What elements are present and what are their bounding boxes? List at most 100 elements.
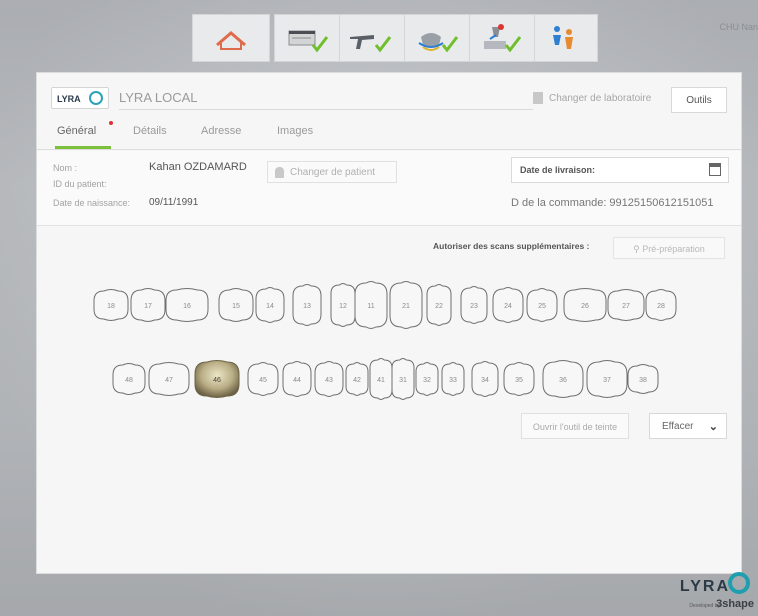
tooth-43[interactable]: 43	[314, 361, 344, 397]
tooth-number: 13	[303, 303, 311, 310]
tooth-41[interactable]: 41	[369, 358, 393, 400]
tooth-number: 15	[232, 303, 240, 310]
tooth-number: 47	[165, 377, 173, 384]
tooth-37[interactable]: 37	[586, 360, 628, 398]
patient-id-label: ID du patient:	[53, 179, 107, 189]
vendor-logo: 3shape	[716, 598, 754, 610]
tooth-number: 11	[367, 303, 374, 310]
tooth-13[interactable]: 13	[292, 284, 322, 326]
tab-bar: Général Détails Adresse Images	[37, 121, 741, 150]
scanner-icon	[350, 35, 392, 53]
step-scan[interactable]	[340, 15, 405, 61]
name-label: Nom :	[53, 163, 78, 173]
step-manufacture[interactable]	[470, 15, 535, 61]
tooth-22[interactable]: 22	[426, 284, 452, 326]
tooth-17[interactable]: 17	[130, 288, 166, 322]
person-icon	[275, 167, 284, 178]
tooth-34[interactable]: 34	[471, 361, 499, 397]
step-order-form[interactable]	[275, 15, 340, 61]
lab-name: LYRA LOCAL	[119, 90, 198, 105]
tooth-32[interactable]: 32	[415, 362, 439, 396]
tooth-number: 35	[515, 377, 523, 384]
tools-button[interactable]: Outils	[671, 87, 727, 113]
step-users[interactable]	[535, 15, 599, 61]
dob-value: 09/11/1991	[149, 197, 199, 208]
tooth-23[interactable]: 23	[460, 286, 488, 324]
tooth-14[interactable]: 14	[255, 287, 285, 323]
people-icon	[553, 26, 573, 49]
tooth-number: 22	[435, 303, 443, 310]
tab-details[interactable]: Détails	[133, 125, 167, 137]
clear-dropdown[interactable]: Effacer ⌄	[649, 413, 727, 439]
house-outline-icon	[216, 31, 246, 50]
tooth-27[interactable]: 27	[607, 289, 645, 321]
calendar-icon[interactable]	[709, 163, 721, 176]
tab-images[interactable]: Images	[277, 125, 313, 137]
lab-header: LYRA LYRA LOCAL Changer de laboratoire O…	[37, 73, 741, 117]
tooth-number: 37	[603, 377, 611, 384]
required-dot	[109, 121, 113, 125]
allow-scans-label: Autoriser des scans supplémentaires :	[433, 241, 590, 251]
tooth-25[interactable]: 25	[526, 288, 558, 322]
tooth-number: 33	[449, 377, 457, 384]
prep-icon: ⚲	[633, 244, 643, 254]
tooth-15[interactable]: 15	[218, 288, 254, 322]
tooth-28[interactable]: 28	[645, 289, 677, 321]
tooth-number: 23	[470, 303, 478, 310]
step-design[interactable]	[405, 15, 470, 61]
home-button[interactable]	[192, 14, 270, 62]
tooth-47[interactable]: 47	[148, 362, 190, 396]
workflow-steps	[274, 14, 598, 62]
tooth-21[interactable]: 21	[389, 281, 423, 329]
tooth-46[interactable]: 46	[194, 360, 240, 398]
tooth-chart: 18 17 16 15 14 13 12 11 21 22 23 24 25 26 27 28 48 47 46 4…	[93, 281, 677, 400]
shade-tool-button[interactable]: Ouvrir l'outil de teinte	[521, 413, 629, 439]
lower-arch: 48 47 46 45 44 43 42 41 31 32 33 34 35 36 37 38	[112, 358, 659, 400]
pre-preparation-button[interactable]: ⚲ Pré-préparation	[613, 237, 725, 259]
building-icon	[533, 92, 543, 104]
tooth-number: 21	[402, 303, 410, 310]
tooth-number: 17	[144, 303, 152, 310]
tooth-11[interactable]: 11	[354, 281, 388, 329]
tooth-45[interactable]: 45	[247, 362, 279, 396]
lyra-logo-icon	[728, 572, 750, 594]
tooth-number: 28	[657, 303, 665, 310]
tooth-44[interactable]: 44	[282, 361, 312, 397]
tooth-18[interactable]: 18	[93, 289, 129, 321]
tooth-16[interactable]: 16	[165, 288, 209, 322]
tooth-number: 18	[107, 303, 115, 310]
tooth-number: 43	[325, 377, 333, 384]
tab-general[interactable]: Général	[57, 125, 96, 137]
delivery-date-label: Date de livraison:	[520, 165, 596, 175]
tooth-24[interactable]: 24	[492, 287, 524, 323]
tooth-38[interactable]: 38	[627, 364, 659, 394]
tooth-36[interactable]: 36	[542, 360, 584, 398]
tooth-35[interactable]: 35	[503, 362, 535, 396]
tooth-number: 26	[581, 303, 589, 310]
change-patient-button[interactable]: Changer de patient	[267, 161, 397, 183]
tooth-42[interactable]: 42	[345, 362, 369, 396]
tooth-number: 42	[353, 377, 361, 384]
delivery-date-field[interactable]: Date de livraison:	[511, 157, 729, 183]
tooth-26[interactable]: 26	[563, 288, 607, 322]
tooth-number: 24	[504, 303, 512, 310]
tooth-31[interactable]: 31	[391, 358, 415, 400]
tab-address[interactable]: Adresse	[201, 125, 241, 137]
tooth-number: 16	[183, 303, 191, 310]
logo-text: LYRA	[57, 94, 81, 104]
tooth-number: 25	[538, 303, 546, 310]
corner-label: CHU Nan	[719, 22, 758, 32]
lab-name-underline	[119, 109, 533, 110]
dob-label: Date de naissance:	[53, 198, 131, 208]
brand-footer: LYRA Developed by 3shape	[648, 572, 754, 612]
tooth-number: 48	[125, 377, 133, 384]
tooth-33[interactable]: 33	[441, 362, 465, 396]
mill-icon	[484, 24, 522, 53]
tooth-12[interactable]: 12	[330, 283, 356, 327]
tooth-48[interactable]: 48	[112, 363, 146, 395]
tooth-number: 36	[559, 377, 567, 384]
lyra-logo: LYRA	[51, 87, 109, 109]
change-lab-button[interactable]: Changer de laboratoire	[533, 92, 651, 104]
patient-name: Kahan OZDAMARD	[149, 161, 247, 173]
tooth-number: 45	[259, 377, 267, 384]
